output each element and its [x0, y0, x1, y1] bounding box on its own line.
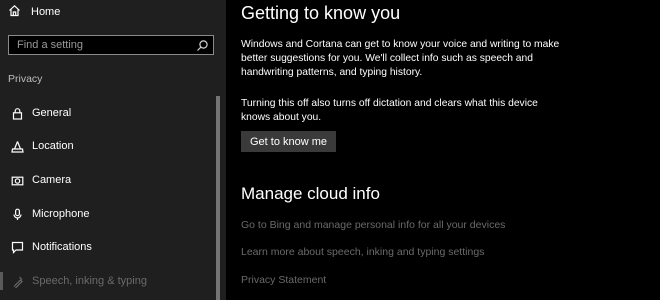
sidebar-item-label: Microphone	[32, 208, 90, 220]
privacy-statement-link[interactable]: Privacy Statement	[241, 274, 326, 286]
sidebar-item-speech-inking-typing[interactable]: Speech, inking & typing	[0, 266, 214, 296]
sidebar-item-label: Speech, inking & typing	[32, 275, 147, 287]
settings-sidebar: Home Privacy General Locatio	[0, 0, 226, 300]
microphone-icon	[2, 199, 32, 229]
search-icon[interactable]	[196, 39, 209, 52]
sidebar-item-label: General	[32, 107, 72, 119]
sidebar-item-notifications[interactable]: Notifications	[0, 232, 214, 262]
section-title-manage-cloud-info: Manage cloud info	[241, 184, 380, 203]
learn-more-link[interactable]: Learn more about speech, inking and typi…	[241, 246, 484, 258]
main-content: Getting to know you Windows and Cortana …	[241, 0, 651, 300]
section-label-privacy: Privacy	[8, 73, 43, 85]
sidebar-item-location[interactable]: Location	[0, 131, 214, 161]
sidebar-item-label: Location	[32, 140, 74, 152]
location-icon	[2, 131, 32, 161]
sidebar-item-camera[interactable]: Camera	[0, 165, 214, 195]
description-text: Windows and Cortana can get to know your…	[241, 39, 560, 78]
search-field[interactable]	[8, 35, 214, 55]
bing-personal-info-link[interactable]: Go to Bing and manage personal info for …	[241, 219, 505, 231]
home-label: Home	[31, 6, 61, 18]
home-icon	[8, 4, 21, 20]
lock-icon	[2, 98, 32, 128]
notifications-icon	[2, 232, 32, 262]
search-input[interactable]	[9, 36, 197, 54]
page-title: Getting to know you	[241, 3, 401, 23]
speech-icon	[2, 266, 32, 296]
camera-icon	[2, 165, 32, 195]
sidebar-item-label: Notifications	[32, 241, 92, 253]
home-nav-item[interactable]: Home	[8, 3, 60, 21]
active-indicator	[0, 272, 3, 290]
sidebar-item-label: Camera	[32, 174, 72, 186]
sidebar-item-general[interactable]: General	[0, 98, 214, 128]
sidebar-scrollbar[interactable]	[216, 96, 220, 300]
sidebar-item-microphone[interactable]: Microphone	[0, 199, 214, 229]
notice-text: Turning this off also turns off dictatio…	[241, 98, 538, 123]
get-to-know-me-button[interactable]: Get to know me	[241, 131, 337, 152]
